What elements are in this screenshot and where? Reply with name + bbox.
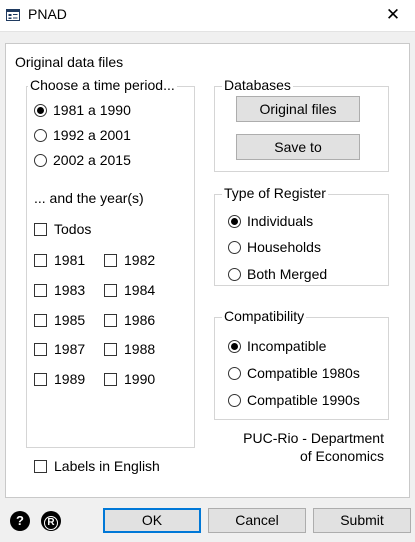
checkbox[interactable] bbox=[34, 459, 47, 473]
checkbox-year-1982[interactable]: 1982 bbox=[104, 250, 155, 270]
checkbox[interactable] bbox=[34, 253, 47, 267]
checkbox-label: 1988 bbox=[124, 341, 156, 357]
checkbox-year-1984[interactable]: 1984 bbox=[104, 280, 155, 300]
radio-button-selected[interactable] bbox=[228, 339, 241, 353]
close-icon[interactable]: ✕ bbox=[381, 4, 405, 26]
radio-button[interactable] bbox=[228, 366, 241, 380]
registered-r-icon[interactable]: R bbox=[41, 511, 61, 531]
radio-button[interactable] bbox=[34, 128, 47, 142]
radio-compatible-1990s[interactable]: Compatible 1990s bbox=[228, 390, 360, 410]
checkbox[interactable] bbox=[104, 372, 117, 386]
checkbox[interactable] bbox=[34, 342, 47, 356]
checkbox[interactable] bbox=[104, 313, 117, 327]
checkbox-year-1989[interactable]: 1989 bbox=[34, 369, 85, 389]
title-bar: PNAD ✕ bbox=[0, 0, 415, 31]
radio-button[interactable] bbox=[34, 153, 47, 167]
checkbox-label: 1982 bbox=[124, 252, 156, 268]
checkbox-label: 1990 bbox=[124, 371, 156, 387]
radio-label: 1981 a 1990 bbox=[53, 102, 131, 118]
checkbox-label: 1985 bbox=[54, 312, 86, 328]
register-label: Type of Register bbox=[222, 184, 328, 202]
radio-label: 2002 a 2015 bbox=[53, 152, 131, 168]
checkbox[interactable] bbox=[34, 313, 47, 327]
radio-label: Incompatible bbox=[247, 338, 327, 354]
save-to-button[interactable]: Save to bbox=[236, 134, 360, 160]
checkbox-label: Labels in English bbox=[54, 458, 160, 474]
credit-line-2: of Economics bbox=[299, 448, 384, 464]
checkbox[interactable] bbox=[104, 283, 117, 297]
checkbox[interactable] bbox=[104, 342, 117, 356]
title-divider bbox=[0, 31, 415, 32]
checkbox-year-1987[interactable]: 1987 bbox=[34, 339, 85, 359]
checkbox-label: 1981 bbox=[54, 252, 86, 268]
radio-label: Both Merged bbox=[247, 266, 328, 282]
checkbox-label: Todos bbox=[54, 221, 92, 237]
radio-individuals[interactable]: Individuals bbox=[228, 211, 313, 231]
checkbox[interactable] bbox=[104, 253, 117, 267]
radio-label: Households bbox=[247, 239, 321, 255]
form-window-icon bbox=[6, 9, 20, 21]
radio-households[interactable]: Households bbox=[228, 237, 321, 257]
checkbox-labels-in-english[interactable]: Labels in English bbox=[34, 456, 160, 476]
checkbox[interactable] bbox=[34, 222, 47, 236]
checkbox-year-1981[interactable]: 1981 bbox=[34, 250, 85, 270]
radio-label: Compatible 1990s bbox=[247, 392, 360, 408]
window-title: PNAD bbox=[28, 6, 67, 22]
original-files-button[interactable]: Original files bbox=[236, 96, 360, 122]
radio-button[interactable] bbox=[228, 267, 241, 281]
section-title: Original data files bbox=[15, 54, 124, 70]
cancel-button[interactable]: Cancel bbox=[208, 508, 306, 533]
years-label: ... and the year(s) bbox=[34, 190, 144, 206]
radio-label: Compatible 1980s bbox=[247, 365, 360, 381]
checkbox-todos[interactable]: Todos bbox=[34, 219, 91, 239]
radio-incompatible[interactable]: Incompatible bbox=[228, 336, 326, 356]
time-period-label: Choose a time period... bbox=[28, 76, 177, 94]
radio-both-merged[interactable]: Both Merged bbox=[228, 264, 327, 284]
checkbox-label: 1983 bbox=[54, 282, 86, 298]
radio-compatible-1980s[interactable]: Compatible 1980s bbox=[228, 363, 360, 383]
radio-button-selected[interactable] bbox=[228, 214, 241, 228]
submit-button[interactable]: Submit bbox=[313, 508, 411, 533]
radio-label: Individuals bbox=[247, 213, 314, 229]
checkbox-label: 1987 bbox=[54, 341, 86, 357]
radio-2002-2015[interactable]: 2002 a 2015 bbox=[34, 150, 131, 170]
radio-button-selected[interactable] bbox=[34, 103, 47, 117]
credit-line-1: PUC-Rio - Department bbox=[243, 430, 384, 446]
radio-button[interactable] bbox=[228, 240, 241, 254]
ok-button[interactable]: OK bbox=[103, 508, 201, 533]
compatibility-label: Compatibility bbox=[222, 307, 307, 325]
checkbox-label: 1984 bbox=[124, 282, 156, 298]
checkbox[interactable] bbox=[34, 283, 47, 297]
radio-button[interactable] bbox=[228, 393, 241, 407]
help-icon[interactable]: ? bbox=[10, 511, 30, 531]
radio-1992-2001[interactable]: 1992 a 2001 bbox=[34, 125, 131, 145]
checkbox-year-1988[interactable]: 1988 bbox=[104, 339, 155, 359]
databases-label: Databases bbox=[222, 76, 293, 94]
checkbox-year-1986[interactable]: 1986 bbox=[104, 310, 155, 330]
checkbox-label: 1989 bbox=[54, 371, 86, 387]
radio-1981-1990[interactable]: 1981 a 1990 bbox=[34, 100, 131, 120]
radio-label: 1992 a 2001 bbox=[53, 127, 131, 143]
checkbox-year-1990[interactable]: 1990 bbox=[104, 369, 155, 389]
checkbox-label: 1986 bbox=[124, 312, 156, 328]
checkbox[interactable] bbox=[34, 372, 47, 386]
r-letter: R bbox=[44, 516, 58, 530]
checkbox-year-1983[interactable]: 1983 bbox=[34, 280, 85, 300]
checkbox-year-1985[interactable]: 1985 bbox=[34, 310, 85, 330]
